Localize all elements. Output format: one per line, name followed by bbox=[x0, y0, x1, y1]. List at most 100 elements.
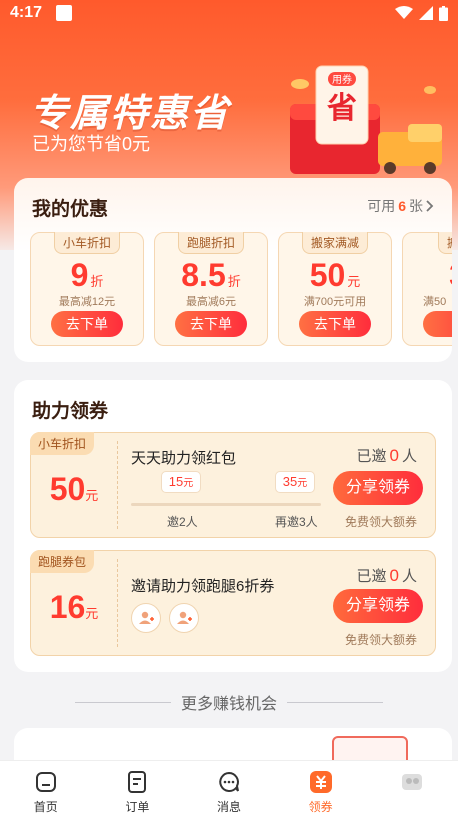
hero-ticket-char: 省 bbox=[327, 91, 357, 126]
place-order-button[interactable]: 去 bbox=[423, 311, 452, 337]
divider-line bbox=[74, 701, 171, 703]
order-icon bbox=[124, 769, 150, 795]
coupon-tag: 搬家满减 bbox=[301, 232, 369, 254]
coupon-tag: 跑腿折扣 bbox=[177, 232, 245, 254]
coupon-value-number: 8.5 bbox=[181, 257, 226, 293]
signal-icon bbox=[419, 6, 433, 20]
tab-label: 首页 bbox=[33, 800, 58, 814]
bottom-tab-bar: 首页 订单 消息 领券 bbox=[0, 760, 458, 820]
tab-orders[interactable]: 订单 bbox=[92, 761, 184, 820]
dashed-divider bbox=[117, 559, 118, 647]
add-friend-icon[interactable] bbox=[169, 603, 199, 633]
share-coupon-button[interactable]: 分享领券 bbox=[333, 589, 423, 623]
status-time: 4:17 bbox=[10, 4, 43, 21]
notification-icon bbox=[56, 5, 73, 21]
hero-ticket-label: 用券 bbox=[332, 73, 352, 86]
more-earning-title: 更多赚钱机会 bbox=[180, 696, 277, 713]
coupon-condition: 最高减6元 bbox=[185, 296, 237, 308]
coupon-card[interactable]: 搬家 3 满50 去 bbox=[402, 232, 452, 346]
coupon-value: 3 bbox=[403, 257, 452, 294]
assist-red-packet-card: 小车折扣 50元 天天助力领红包 15元 35元 邀2人 再邀3人 已邀 0 人 分… bbox=[30, 432, 436, 538]
coupon-icon bbox=[308, 769, 334, 795]
available-coupons-link[interactable]: 可用 6 张 bbox=[367, 196, 434, 216]
dashed-divider bbox=[117, 441, 118, 529]
available-prefix: 可用 bbox=[367, 198, 396, 214]
assist-amount-number: 16 bbox=[49, 589, 86, 625]
status-bar: 4:17 bbox=[0, 0, 458, 26]
assist-amount: 16元 bbox=[31, 589, 117, 626]
coupon-value-unit: 折 bbox=[90, 274, 104, 289]
add-friend-icon[interactable] bbox=[131, 603, 161, 633]
battery-icon bbox=[439, 5, 448, 21]
invited-suffix: 人 bbox=[401, 568, 417, 585]
hero-subtitle: 已为您节省0元 bbox=[32, 134, 151, 154]
tab-coupons[interactable]: 领券 bbox=[275, 761, 367, 820]
coupon-value: 50 元 bbox=[279, 257, 391, 294]
coupon-condition: 满700元可用 bbox=[303, 296, 367, 308]
invited-prefix: 已邀 bbox=[356, 568, 387, 585]
progress-reward-unit: 元 bbox=[183, 478, 194, 489]
coupon-value-unit: 折 bbox=[227, 274, 241, 289]
progress-reward-chip: 15元 bbox=[161, 471, 201, 493]
tab-home[interactable]: 首页 bbox=[0, 761, 92, 820]
my-coupons-title: 我的优惠 bbox=[32, 199, 109, 220]
invited-count: 已邀 0 人 bbox=[357, 565, 418, 586]
free-coupon-note: 免费领大额券 bbox=[344, 633, 417, 647]
chevron-right-icon bbox=[426, 200, 434, 212]
coupon-value-unit: 元 bbox=[347, 274, 361, 289]
coupon-card[interactable]: 跑腿折扣 8.5 折 最高减6元 去下单 bbox=[154, 232, 268, 346]
coupon-condition: 满50 bbox=[423, 296, 447, 308]
assist-coupons-title: 助力领券 bbox=[32, 401, 109, 422]
tab-profile[interactable] bbox=[366, 761, 458, 820]
profile-icon bbox=[399, 769, 425, 795]
progress-reward-chip: 35元 bbox=[275, 471, 315, 493]
progress-step-label: 邀2人 bbox=[167, 515, 198, 529]
coupon-value-number: 3 bbox=[449, 257, 452, 293]
invited-number: 0 bbox=[389, 566, 399, 585]
hero-title: 专属特惠省 bbox=[30, 93, 231, 135]
coupon-condition: 最高减12元 bbox=[58, 296, 116, 308]
assist-headline: 邀请助力领跑腿6折券 bbox=[131, 578, 275, 595]
share-coupon-button[interactable]: 分享领券 bbox=[333, 471, 423, 505]
message-icon bbox=[216, 769, 242, 795]
hero-illustration: 用券 省 bbox=[290, 65, 442, 174]
assist-amount: 50元 bbox=[31, 471, 117, 508]
tab-label: 订单 bbox=[125, 800, 150, 814]
coupon-card[interactable]: 小车折扣 9折 最高减12元 去下单 bbox=[30, 232, 144, 346]
home-icon bbox=[33, 769, 59, 795]
progress-reward-unit: 元 bbox=[297, 478, 308, 489]
assist-label: 小车折扣 bbox=[30, 432, 95, 455]
assist-errand-pack-card: 跑腿券包 16元 邀请助力领跑腿6折券 已邀 0 人 分享领券 免费领大额券 bbox=[30, 550, 436, 656]
place-order-button[interactable]: 去下单 bbox=[175, 311, 247, 337]
assist-amount-unit: 元 bbox=[85, 488, 99, 503]
assist-headline: 天天助力领红包 bbox=[131, 450, 237, 467]
invited-number: 0 bbox=[389, 446, 399, 465]
assist-amount-unit: 元 bbox=[85, 606, 99, 621]
invite-progress-bar bbox=[131, 503, 321, 506]
tab-messages[interactable]: 消息 bbox=[183, 761, 275, 820]
wifi-icon bbox=[395, 6, 413, 19]
invited-suffix: 人 bbox=[401, 448, 417, 465]
coupon-list[interactable]: 小车折扣 9折 最高减12元 去下单 跑腿折扣 8.5 折 最高减6元 去下单 搬… bbox=[30, 232, 452, 348]
coupon-card[interactable]: 搬家满减 50 元 满700元可用 去下单 bbox=[278, 232, 392, 346]
coupon-tag: 搬家 bbox=[437, 232, 452, 254]
more-earning-divider: 更多赚钱机会 bbox=[0, 692, 458, 713]
place-order-button[interactable]: 去下单 bbox=[51, 311, 123, 337]
place-order-button[interactable]: 去下单 bbox=[299, 311, 371, 337]
progress-reward-value: 15 bbox=[168, 474, 184, 489]
available-suffix: 张 bbox=[409, 198, 423, 214]
assist-coupons-card: 助力领券 小车折扣 50元 天天助力领红包 15元 35元 邀2人 再邀3人 已… bbox=[14, 380, 452, 672]
coupon-value: 8.5 折 bbox=[155, 257, 267, 294]
coupon-value: 9折 bbox=[31, 257, 143, 294]
tab-label: 领券 bbox=[308, 800, 333, 814]
divider-line bbox=[287, 701, 383, 703]
invited-prefix: 已邀 bbox=[356, 448, 387, 465]
progress-reward-value: 35 bbox=[282, 474, 298, 489]
tab-label: 消息 bbox=[216, 800, 241, 814]
available-count: 6 bbox=[398, 198, 406, 214]
invited-count: 已邀 0 人 bbox=[357, 445, 418, 466]
assist-label: 跑腿券包 bbox=[30, 550, 95, 573]
progress-step-label: 再邀3人 bbox=[275, 515, 318, 529]
coupon-value-number: 9 bbox=[70, 257, 89, 293]
free-coupon-note: 免费领大额券 bbox=[344, 515, 417, 529]
